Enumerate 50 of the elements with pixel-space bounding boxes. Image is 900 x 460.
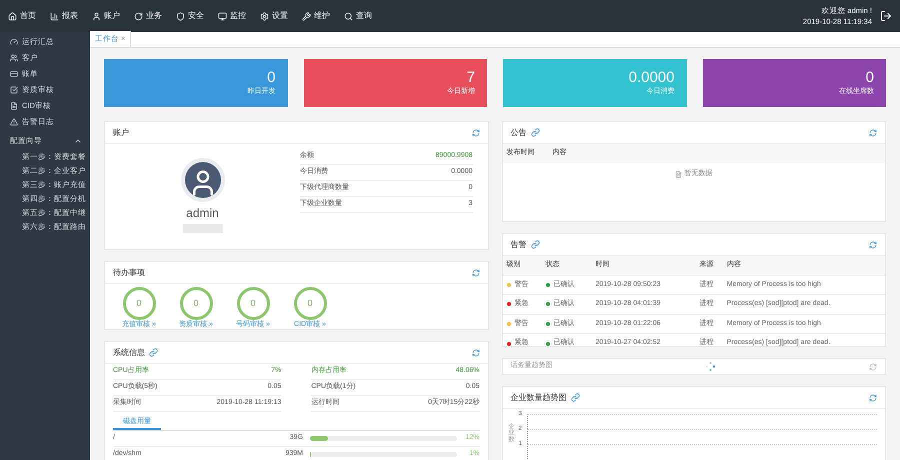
stat-value: 0.0000 [628, 68, 674, 87]
refresh-icon [134, 12, 143, 20]
nav-menu-item[interactable]: 首页 [8, 10, 36, 22]
panel-title: 公告 [510, 126, 526, 138]
wrench-icon [302, 12, 311, 20]
shield-icon [176, 12, 185, 20]
refresh-icon[interactable] [869, 240, 877, 248]
link-icon[interactable] [530, 128, 540, 137]
warning-icon [10, 118, 18, 126]
panel-title: 系统信息 [113, 346, 145, 358]
panel-title: 待办事项 [113, 266, 145, 278]
link-icon[interactable] [530, 240, 540, 249]
gauge-icon [10, 38, 18, 46]
refresh-icon[interactable] [472, 348, 480, 356]
nav-menu-item[interactable]: 设置 [260, 10, 288, 22]
home-icon [8, 12, 17, 20]
document-icon [675, 170, 682, 178]
username: admin [186, 205, 219, 222]
nav-menu-item[interactable]: 监控 [218, 10, 246, 22]
stat-value: 7 [466, 68, 475, 87]
panel-title: 告警 [510, 238, 526, 250]
logout-icon[interactable] [880, 10, 892, 22]
settings-icon [260, 12, 269, 20]
panel-title: 企业数量趋势图 [510, 392, 566, 404]
user-icon [92, 12, 101, 20]
avatar [180, 158, 224, 202]
nav-menu-item[interactable]: 安全 [176, 10, 204, 22]
users-icon [10, 54, 18, 62]
refresh-icon[interactable] [472, 268, 480, 276]
search-icon [344, 12, 353, 20]
nav-menu-item[interactable]: 业务 [134, 10, 162, 22]
refresh-icon[interactable] [869, 394, 877, 402]
nav-menu-item[interactable]: 维护 [302, 10, 330, 22]
stat-value: 0 [267, 68, 276, 87]
link-icon[interactable] [149, 348, 158, 357]
panel-title: 账户 [113, 126, 129, 138]
card-icon [10, 70, 18, 78]
loading-spinner-icon [706, 362, 716, 371]
nav-menu-item[interactable]: 查询 [344, 10, 372, 22]
link-icon[interactable] [570, 393, 580, 402]
checkbox-icon [10, 86, 18, 94]
stat-value: 0 [866, 68, 874, 87]
nav-menu-item[interactable]: 报表 [50, 10, 78, 22]
refresh-icon[interactable] [869, 362, 877, 370]
refresh-icon[interactable] [472, 128, 480, 136]
nav-menu-item[interactable]: 账户 [92, 10, 120, 22]
refresh-icon[interactable] [869, 128, 877, 136]
monitor-icon [218, 12, 227, 20]
document-icon [10, 102, 18, 110]
bar-chart-icon [50, 12, 59, 20]
